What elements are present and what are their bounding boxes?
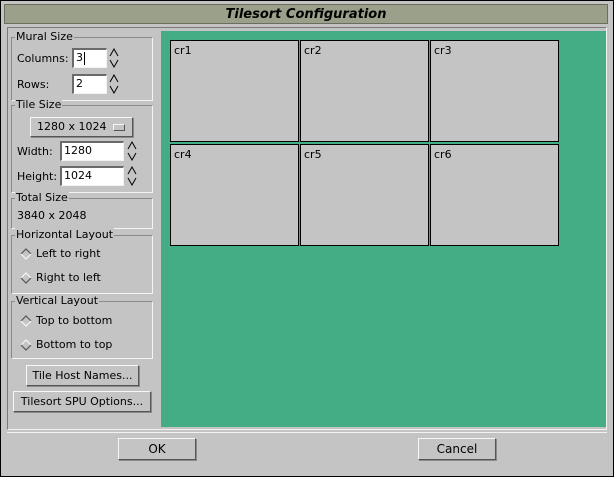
tile-layout-canvas[interactable]: cr1 cr2 cr3 cr4 cr5 cr6 [161, 31, 606, 427]
tile-label: cr4 [174, 148, 192, 161]
radio-selected-icon [20, 315, 32, 327]
mural-size-label: Mural Size [15, 30, 74, 43]
tile-cr1[interactable]: cr1 [170, 40, 299, 142]
tile-label: cr2 [304, 44, 322, 57]
ok-button[interactable]: OK [118, 438, 196, 460]
columns-spinner[interactable] [109, 47, 119, 69]
cancel-button[interactable]: Cancel [418, 438, 496, 460]
radio-unselected-icon [20, 339, 32, 351]
left-to-right-label: Left to right [36, 247, 101, 260]
tile-label: cr6 [434, 148, 452, 161]
width-spinner[interactable] [127, 140, 137, 162]
height-input[interactable]: 1024 [60, 166, 124, 186]
width-input[interactable]: 1280 [60, 141, 124, 161]
tile-cr5[interactable]: cr5 [300, 144, 429, 246]
radio-top-to-bottom[interactable]: Top to bottom [19, 314, 139, 328]
tile-host-names-button[interactable]: Tile Host Names... [26, 365, 139, 386]
radio-right-to-left[interactable]: Right to left [19, 271, 139, 285]
tile-size-label: Tile Size [15, 98, 63, 111]
right-to-left-label: Right to left [36, 271, 101, 284]
rows-spinner[interactable] [109, 73, 119, 95]
tilesort-spu-options-button[interactable]: Tilesort SPU Options... [13, 391, 151, 412]
height-label: Height: [17, 170, 58, 183]
tile-cr6[interactable]: cr6 [430, 144, 559, 246]
total-size-value: 3840 x 2048 [17, 209, 87, 222]
bottom-to-top-label: Bottom to top [36, 338, 113, 351]
horizontal-layout-group: Horizontal Layout [11, 228, 153, 294]
tile-cr3[interactable]: cr3 [430, 40, 559, 142]
radio-left-to-right[interactable]: Left to right [19, 247, 139, 261]
tile-size-preset-menu[interactable]: 1280 x 1024 [30, 117, 133, 137]
title-bar[interactable]: Tilesort Configuration [4, 4, 608, 24]
tile-label: cr1 [174, 44, 192, 57]
tile-label: cr3 [434, 44, 452, 57]
option-menu-indicator-icon [113, 124, 125, 131]
tilesort-configuration-window: Tilesort Configuration Mural Size Column… [0, 0, 614, 477]
vertical-layout-label: Vertical Layout [15, 294, 100, 307]
height-spinner[interactable] [127, 165, 137, 187]
columns-label: Columns: [17, 52, 69, 65]
tile-label: cr5 [304, 148, 322, 161]
horizontal-layout-label: Horizontal Layout [15, 228, 115, 241]
button-bar-divider [7, 432, 607, 433]
radio-selected-icon [20, 248, 32, 260]
width-label: Width: [17, 145, 53, 158]
total-size-label: Total Size [15, 191, 69, 204]
window-title: Tilesort Configuration [225, 7, 387, 22]
tile-cr2[interactable]: cr2 [300, 40, 429, 142]
rows-label: Rows: [17, 78, 50, 91]
tile-cr4[interactable]: cr4 [170, 144, 299, 246]
top-to-bottom-label: Top to bottom [36, 314, 113, 327]
columns-input[interactable]: 3 [72, 48, 107, 68]
tile-size-preset-value: 1280 x 1024 [37, 120, 107, 133]
rows-input[interactable]: 2 [72, 74, 107, 94]
radio-bottom-to-top[interactable]: Bottom to top [19, 338, 139, 352]
radio-unselected-icon [20, 272, 32, 284]
